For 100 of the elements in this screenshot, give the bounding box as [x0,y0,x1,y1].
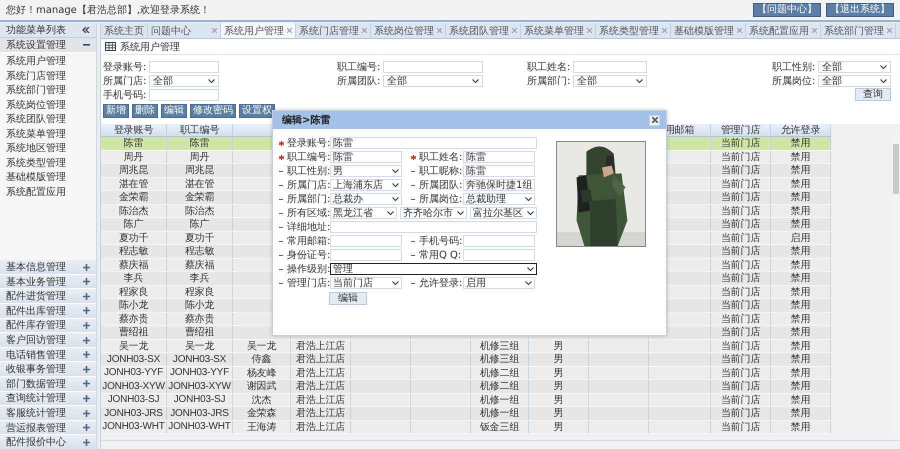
table-cell-text: 君浩上江店 [296,380,345,394]
table-cell-text: 启用 [790,232,810,245]
table-cell-text: 当前门店 [720,380,760,394]
table-cell-text: 当前门店 [720,326,760,340]
table-cell-text: 夏功千 [184,232,214,245]
table-cell-text: 禁用 [790,326,810,340]
table-cell-text: 当前门店 [720,164,760,178]
field-label: 所属团队: [419,178,463,192]
table-cell: JONH03-SJ [174,394,226,406]
table-cell-text: 金荣霸 [118,190,148,204]
table-cell-text: 禁用 [790,286,810,299]
table-cell-text: 机修三组 [480,352,520,366]
field-label: 登录账号: [287,136,330,150]
table-cell-text: 禁用 [790,394,810,407]
table-cell-text: 禁用 [790,258,810,272]
field-label: 身份证号: [287,249,330,262]
table-cell-text: 钣金三组 [480,420,520,434]
table-cell-text: 禁用 [790,136,810,150]
table-cell-text: 当前门店 [720,340,760,353]
filter-label: 所属部门: [527,74,572,88]
table-cell-text: 当前门店 [720,150,760,164]
table-cell-text: 吴一龙 [118,340,148,353]
table-cell-text: 吴一龙 [246,340,276,353]
table-cell-text: 机修二组 [480,366,520,380]
table-cell-text: 当前门店 [720,244,760,258]
table-cell-text: 当前门店 [720,136,760,150]
table-cell-text: 吴一龙 [184,340,214,353]
table-cell-text: 男 [554,366,564,380]
table-cell-text: 男 [554,420,564,434]
table-cell-text: 禁用 [790,406,810,420]
table-cell-text: 君浩上江店 [296,366,345,380]
table-cell: JONH03-WHT [168,421,231,432]
table-cell-text: 男 [554,380,564,394]
field-label: 所有区域: [287,206,330,220]
field-label: 职工姓名: [419,151,463,164]
table-cell: JONH03-YYF [170,367,230,378]
field-label: 所属部门: [287,192,330,206]
table-cell-text: 陈雷 [190,137,210,150]
filter-label: 职工姓名: [527,60,572,74]
table-cell: JONH03-WHT [102,421,165,432]
table-cell-text: 君浩上江店 [296,340,345,353]
table-cell-text: 湛在管 [184,178,214,191]
table-cell-text: 禁用 [790,380,810,394]
table-cell-text: 程志敏 [118,244,148,258]
table-cell: JONH03-SX [172,354,226,365]
table-cell-text: 金荣森 [246,406,276,420]
table-cell-text: 当前门店 [720,286,760,299]
table-cell-text: 程志敏 [184,244,214,258]
table-cell-text: 禁用 [790,366,810,380]
greeting-text: 您好！manage【君浩总部】,欢迎登录系统！ [6,4,210,17]
field-label: 职工性别: [287,164,330,178]
table-cell-text: 禁用 [790,164,810,178]
filter-label: 职工编号: [337,60,382,74]
table-cell-text: 禁用 [790,340,810,353]
table-cell-text: 陈广 [124,218,144,232]
filter-label: 职工性别: [772,60,816,74]
table-cell: JONH03-JRS [170,408,229,419]
table-cell-text: 蔡亦贵 [118,312,148,326]
table-cell-text: 禁用 [790,150,810,164]
table-cell-text: 周丹 [190,150,210,164]
table-cell-text: 机修一组 [480,406,520,420]
table-cell-text: 蔡庆福 [184,258,214,272]
panel-title: 系统用户管理 [120,40,180,54]
table-cell-text: 禁用 [790,178,810,191]
table-cell-text: 陈小龙 [118,298,148,312]
table-cell-text: 蔡庆福 [118,258,148,272]
table-cell-text: 男 [554,394,564,407]
table-cell-text: 君浩上江店 [296,394,345,407]
table-cell: JONH03-SX [106,354,160,365]
table-cell-text: 男 [554,340,564,353]
table-cell-text: 禁用 [790,312,810,326]
table-cell-text: 禁用 [790,190,810,204]
field-label: 所属门店: [287,178,330,192]
field-label: 允许登录: [419,276,463,290]
table-cell-text: 君浩上江店 [296,352,345,366]
table-cell-text: 金荣霸 [184,190,214,204]
table-cell-text: 陈治杰 [118,204,148,218]
field-label: 所属岗位: [419,192,463,206]
table-cell-text: 陈雷 [124,137,144,150]
field-label: 职工编号: [287,150,330,164]
table-cell: JONH03-SJ [108,394,160,406]
table-cell-text: 禁用 [790,204,810,218]
sidebar-title: 功能菜单列表 [6,24,66,37]
table-cell-text: 男 [554,407,564,420]
table-cell-text: 周兆昆 [118,164,148,178]
table-cell-text: 当前门店 [720,298,760,312]
table-cell-text: 当前门店 [720,352,760,366]
table-cell-text: 君浩上江店 [296,420,345,434]
table-cell-text: 禁用 [790,352,810,366]
table-cell-text: 当前门店 [720,272,760,286]
table-cell: JONH03-XYW [102,380,165,392]
table-cell-text: 当前门店 [720,218,760,232]
table-cell-text: 陈小龙 [184,298,214,312]
table-cell-text: 李兵 [124,272,144,286]
table-cell-text: 程家良 [118,286,148,299]
table-cell-text: 夏功千 [118,232,148,245]
field-label: 详细地址: [287,220,330,234]
table-cell-text: 当前门店 [720,406,760,420]
dialog-title: 编辑>陈雷 [282,114,330,127]
table-cell-text: 当前门店 [720,178,760,191]
